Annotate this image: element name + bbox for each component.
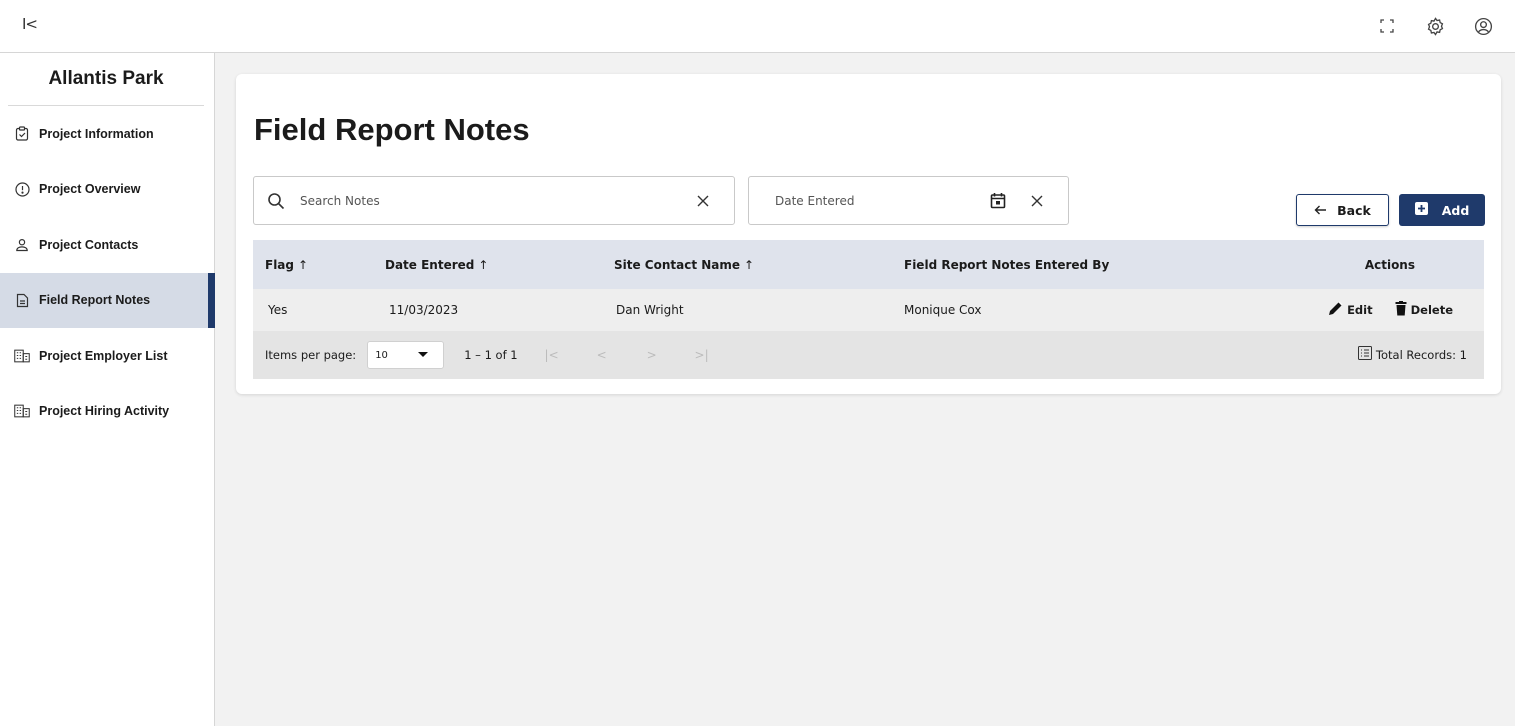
sidebar-item-label: Project Contacts bbox=[39, 237, 139, 252]
column-header-site-contact-name[interactable]: Site Contact Name ↑ bbox=[605, 258, 893, 272]
cell-site-contact: Dan Wright bbox=[616, 303, 684, 317]
back-button[interactable]: Back bbox=[1296, 194, 1389, 226]
sidebar: Allantis Park Project Information Projec bbox=[0, 53, 215, 726]
column-label: Flag bbox=[265, 257, 294, 272]
sort-arrow-icon: ↑ bbox=[478, 257, 489, 272]
building-icon bbox=[14, 403, 30, 419]
column-header-actions: Actions bbox=[1253, 258, 1484, 272]
field-report-notes-table: Flag ↑ Date Entered ↑ Site Contact Name ↑ F… bbox=[253, 240, 1484, 379]
account-icon[interactable] bbox=[1469, 12, 1497, 40]
sidebar-item-project-hiring-activity[interactable]: Project Hiring Activity bbox=[0, 384, 214, 440]
top-bar-icons bbox=[1373, 12, 1497, 40]
back-label: Back bbox=[1337, 202, 1371, 218]
sort-arrow-icon: ↑ bbox=[298, 257, 309, 272]
column-header-flag[interactable]: Flag ↑ bbox=[253, 258, 373, 272]
sidebar-nav: Project Information Project Overview Pro… bbox=[0, 106, 215, 440]
sidebar-item-label: Project Employer List bbox=[39, 348, 168, 363]
delete-label: Delete bbox=[1410, 303, 1453, 317]
clear-date-icon[interactable] bbox=[1028, 192, 1046, 210]
calendar-icon[interactable] bbox=[990, 192, 1008, 210]
items-per-page-select[interactable]: 10 bbox=[367, 341, 445, 369]
search-placeholder: Search Notes bbox=[300, 193, 380, 208]
clipboard-check-icon bbox=[14, 126, 30, 142]
pencil-icon bbox=[1328, 301, 1343, 319]
sidebar-item-label: Project Information bbox=[39, 126, 154, 141]
table-row[interactable]: Yes 11/03/2023 Dan Wright Monique Cox Ed… bbox=[253, 289, 1484, 331]
total-records: Total Records: 1 bbox=[1357, 346, 1467, 363]
list-icon bbox=[1357, 346, 1372, 363]
sidebar-item-project-information[interactable]: Project Information bbox=[0, 106, 214, 162]
add-label: Add bbox=[1441, 202, 1470, 218]
previous-page-button[interactable]: < bbox=[594, 348, 610, 362]
sidebar-item-project-overview[interactable]: Project Overview bbox=[0, 162, 214, 218]
first-page-button[interactable]: |< bbox=[544, 348, 560, 362]
date-entered-filter[interactable]: Date Entered bbox=[748, 176, 1069, 225]
person-icon bbox=[14, 237, 30, 253]
column-header-entered-by: Field Report Notes Entered By bbox=[893, 258, 1253, 272]
document-icon bbox=[14, 292, 30, 308]
page-title: Field Report Notes bbox=[254, 112, 530, 147]
page-range: 1 – 1 of 1 bbox=[464, 348, 518, 362]
cell-actions: Edit Delete bbox=[1253, 301, 1484, 319]
fullscreen-icon[interactable] bbox=[1373, 12, 1401, 40]
collapse-sidebar-button[interactable]: I< bbox=[22, 15, 38, 33]
items-per-page-value: 10 bbox=[375, 349, 388, 361]
column-label: Date Entered bbox=[385, 257, 475, 272]
delete-button[interactable]: Delete bbox=[1395, 301, 1453, 319]
building-icon bbox=[14, 348, 30, 364]
total-records-label: Total Records: 1 bbox=[1375, 347, 1467, 362]
sidebar-item-label: Project Hiring Activity bbox=[39, 404, 170, 419]
last-page-button[interactable]: >| bbox=[694, 348, 710, 362]
date-filter-placeholder: Date Entered bbox=[775, 193, 855, 208]
column-header-date-entered[interactable]: Date Entered ↑ bbox=[373, 258, 605, 272]
paginator: Items per page: 10 1 – 1 of 1 |< < > >| … bbox=[253, 331, 1484, 379]
cell-date-entered: 11/03/2023 bbox=[389, 303, 459, 317]
top-bar: I< bbox=[0, 0, 1515, 53]
column-label: Field Report Notes Entered By bbox=[904, 257, 1110, 272]
next-page-button[interactable]: > bbox=[644, 348, 660, 362]
sidebar-item-label: Field Report Notes bbox=[39, 293, 151, 308]
search-input[interactable]: Search Notes bbox=[253, 176, 735, 225]
column-label: Site Contact Name bbox=[614, 257, 741, 272]
search-icon bbox=[267, 192, 285, 210]
sidebar-item-project-employer-list[interactable]: Project Employer List bbox=[0, 328, 214, 384]
table-header: Flag ↑ Date Entered ↑ Site Contact Name ↑ F… bbox=[253, 240, 1484, 289]
add-button[interactable]: Add bbox=[1399, 194, 1485, 226]
items-per-page-label: Items per page: bbox=[265, 348, 357, 362]
arrow-left-icon bbox=[1314, 203, 1327, 218]
project-name: Allantis Park bbox=[8, 53, 204, 106]
sidebar-item-field-report-notes[interactable]: Field Report Notes bbox=[0, 272, 215, 328]
plus-box-icon bbox=[1414, 202, 1428, 218]
dropdown-caret-icon bbox=[418, 352, 429, 357]
cell-entered-by: Monique Cox bbox=[904, 303, 982, 317]
sidebar-item-label: Project Overview bbox=[39, 182, 141, 197]
cell-flag: Yes bbox=[268, 303, 288, 317]
trash-icon bbox=[1395, 301, 1407, 319]
settings-icon[interactable] bbox=[1421, 12, 1449, 40]
content-card: Field Report Notes Search Notes Date Ent… bbox=[236, 74, 1501, 394]
column-label: Actions bbox=[1364, 257, 1415, 272]
sidebar-item-project-contacts[interactable]: Project Contacts bbox=[0, 217, 214, 273]
edit-button[interactable]: Edit bbox=[1328, 301, 1373, 319]
alert-circle-icon bbox=[14, 181, 30, 197]
clear-search-icon[interactable] bbox=[694, 192, 712, 210]
edit-label: Edit bbox=[1347, 303, 1373, 317]
sort-arrow-icon: ↑ bbox=[744, 257, 755, 272]
